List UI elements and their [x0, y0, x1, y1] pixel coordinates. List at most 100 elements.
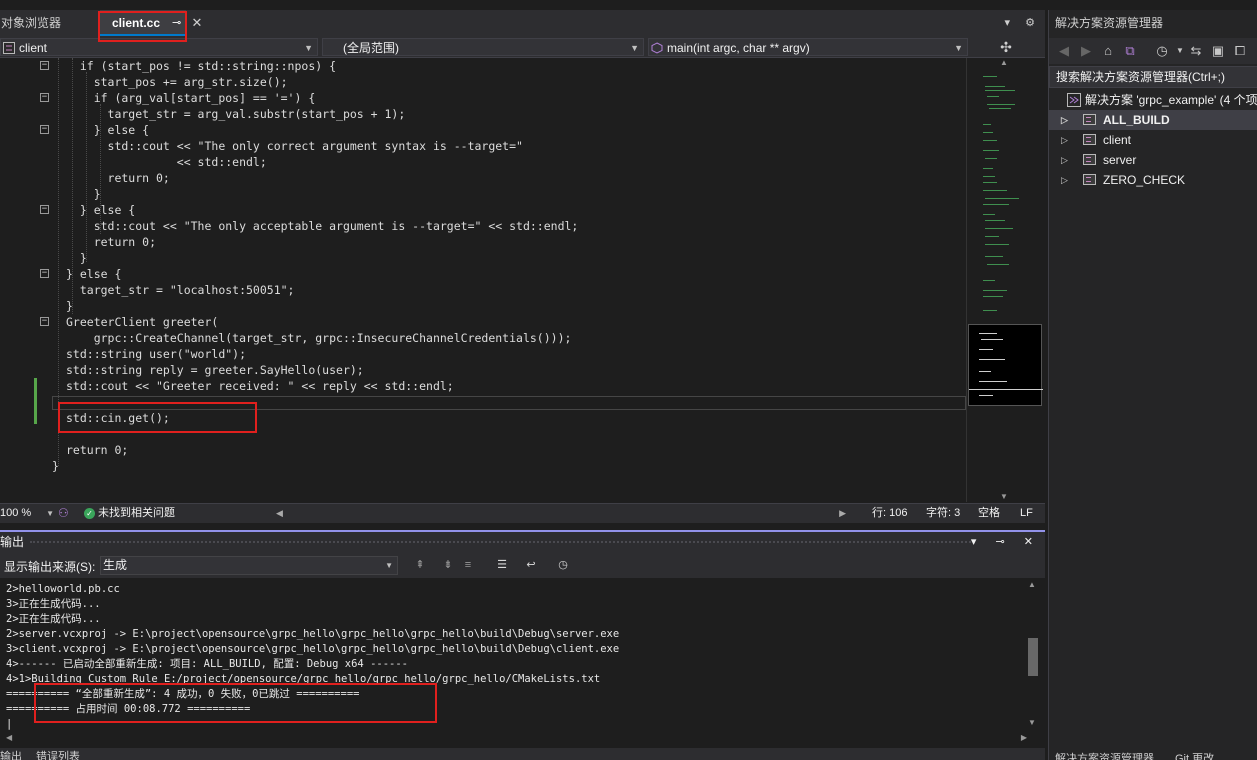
highlight-box-build-result — [34, 683, 437, 723]
scroll-left-arrow[interactable]: ◀ — [6, 733, 12, 742]
home-icon[interactable]: ⌂ — [1099, 42, 1117, 60]
code-line: target_str = "localhost:50051"; — [66, 283, 295, 297]
editor-horizontal-scrollbar[interactable]: ◀ ▶ — [276, 508, 846, 518]
project-item-label: ZERO_CHECK — [1103, 173, 1186, 187]
code-line: } else { — [66, 267, 122, 281]
expand-arrow-icon[interactable]: ▷ — [1061, 130, 1068, 150]
code-line: GreeterClient greeter( — [66, 315, 219, 329]
collapse-icon[interactable]: − — [40, 61, 49, 70]
show-all-files-icon[interactable]: ⧠ — [1231, 42, 1249, 60]
function-icon — [651, 41, 663, 54]
collapse-icon[interactable]: − — [40, 93, 49, 102]
collapse-icon[interactable]: − — [40, 205, 49, 214]
intellicode-icon[interactable]: ⚇ — [58, 504, 69, 523]
expand-arrow-icon[interactable]: ▷ — [1061, 110, 1068, 130]
project-icon — [1083, 174, 1096, 185]
member-dropdown[interactable]: main(int argc, char ** argv) ▼ — [648, 38, 968, 56]
project-icon — [1083, 114, 1096, 125]
zoom-dropdown[interactable]: 100 % ▼ — [0, 504, 56, 523]
code-line: std::cout << "Greeter received: " << rep… — [66, 379, 454, 393]
clear-all-icon[interactable]: ☰ — [494, 557, 510, 573]
output-horizontal-scrollbar[interactable]: ◀ ▶ — [6, 733, 1027, 746]
output-source-value: 生成 — [103, 558, 128, 572]
code-line: if (arg_val[start_pos] == '=') { — [66, 91, 316, 105]
tab-solution-explorer[interactable]: 解决方案资源管理器 — [1055, 748, 1154, 760]
go-to-next-message-icon[interactable]: ⇟ — [440, 557, 456, 573]
code-line: std::string reply = greeter.SayHello(use… — [66, 363, 364, 377]
clear-output-icon[interactable]: ≡ — [460, 557, 476, 573]
back-icon[interactable]: ◀ — [1055, 42, 1073, 60]
scroll-thumb[interactable] — [1028, 638, 1038, 676]
output-panel-header: 输出 ▾ ⊸ ✕ — [0, 532, 1045, 552]
panel-grip[interactable] — [30, 541, 975, 543]
panel-window-controls[interactable]: ▾ ⊸ ✕ — [971, 532, 1041, 552]
split-window-icon[interactable]: ✣ — [996, 36, 1016, 58]
scroll-down-arrow[interactable]: ▼ — [1028, 718, 1036, 727]
tab-git-changes[interactable]: Git 更改 — [1175, 748, 1214, 760]
code-line: std::cout << "The only correct argument … — [66, 139, 523, 153]
output-source-dropdown[interactable]: 生成 ▼ — [100, 556, 398, 575]
scroll-right-arrow[interactable]: ▶ — [839, 504, 846, 523]
solution-root[interactable]: 解决方案 'grpc_example' (4 个项目 — [1049, 90, 1257, 110]
close-icon[interactable]: ✕ — [190, 10, 204, 36]
go-to-previous-message-icon[interactable]: ⇞ — [412, 557, 428, 573]
code-line: std::string user("world"); — [66, 347, 247, 361]
collapse-icon[interactable]: − — [40, 125, 49, 134]
scroll-up-arrow[interactable]: ▲ — [1000, 58, 1010, 67]
word-wrap-icon[interactable]: ↩ — [523, 557, 539, 573]
code-line: if (start_pos != std::string::npos) { — [66, 59, 337, 73]
project-item-client[interactable]: ▷ client — [1049, 130, 1257, 150]
project-icon — [1083, 134, 1096, 145]
scope-dropdown[interactable]: (全局范围) ▼ — [322, 38, 644, 56]
code-line: start_pos += arg_str.size(); — [66, 75, 288, 89]
collapse-icon[interactable]: − — [40, 317, 49, 326]
sync-with-active-document-icon[interactable]: ⇆ — [1187, 42, 1205, 60]
code-line: grpc::CreateChannel(target_str, grpc::In… — [66, 331, 572, 345]
output-vertical-scrollbar[interactable]: ▲ ▼ — [1024, 578, 1042, 738]
code-line: } — [52, 459, 59, 473]
code-line: } — [66, 251, 87, 265]
collapse-all-icon[interactable]: ▣ — [1209, 42, 1227, 60]
collapse-icon[interactable]: − — [40, 269, 49, 278]
editor-status-bar: 100 % ▼ ⚇ ✓ 未找到相关问题 ◀ ▶ 行: 106 字符: 3 空格 … — [0, 503, 1045, 523]
project-dropdown-value: client — [19, 41, 48, 55]
code-line: } else { — [66, 203, 136, 217]
char-indicator[interactable]: 字符: 3 — [926, 504, 960, 523]
change-indicator — [34, 378, 37, 424]
project-item-zero-check[interactable]: ▷ ZERO_CHECK — [1049, 170, 1257, 190]
issues-status[interactable]: ✓ 未找到相关问题 — [84, 504, 175, 523]
scope-dropdown-value: (全局范围) — [343, 41, 399, 55]
output-line: 2>server.vcxproj -> E:\project\opensourc… — [6, 628, 620, 640]
tab-error-list[interactable]: 错误列表 — [36, 748, 80, 760]
whitespace-indicator[interactable]: 空格 — [978, 504, 1000, 523]
tab-output[interactable]: 输出 — [0, 748, 22, 760]
pending-changes-filter-icon[interactable]: ◷ — [1153, 42, 1171, 60]
scroll-right-arrow[interactable]: ▶ — [1021, 733, 1027, 742]
scroll-left-arrow[interactable]: ◀ — [276, 504, 283, 523]
code-line: << std::endl; — [66, 155, 267, 169]
project-item-all-build[interactable]: ▷ ALL_BUILD — [1049, 110, 1257, 130]
highlight-box-cin-get — [58, 402, 257, 433]
switch-views-icon[interactable]: ⧉ — [1121, 42, 1139, 60]
code-minimap[interactable] — [966, 58, 1043, 502]
scroll-up-arrow[interactable]: ▲ — [1028, 580, 1036, 589]
code-editor[interactable]: − − − − − − if (start_pos != std::string… — [0, 58, 1045, 502]
output-text-area[interactable]: 2>helloworld.pb.cc 3>正在生成代码... 2>正在生成代码.… — [0, 578, 1045, 748]
line-ending-indicator[interactable]: LF — [1020, 504, 1033, 523]
tab-overflow-controls[interactable]: ▾ ⚙ — [1005, 10, 1041, 36]
timestamp-icon[interactable]: ◷ — [555, 557, 571, 573]
output-line: 2>helloworld.pb.cc — [6, 583, 120, 595]
scroll-down-arrow[interactable]: ▼ — [1000, 492, 1010, 501]
member-dropdown-value: main(int argc, char ** argv) — [667, 41, 810, 55]
output-source-label: 显示输出来源(S): — [4, 560, 96, 574]
forward-icon[interactable]: ▶ — [1077, 42, 1095, 60]
project-item-server[interactable]: ▷ server — [1049, 150, 1257, 170]
tab-object-browser[interactable]: 对象浏览器 — [0, 10, 96, 36]
minimap-viewport[interactable] — [968, 324, 1043, 406]
expand-arrow-icon[interactable]: ▷ — [1061, 170, 1068, 190]
expand-arrow-icon[interactable]: ▷ — [1061, 150, 1068, 170]
output-toolbar: 显示输出来源(S): 生成 ▼ ⇞ ⇟ ≡ ☰ ↩ ◷ — [0, 552, 1045, 578]
code-line: } — [66, 187, 101, 201]
solution-search-input[interactable]: 搜索解决方案资源管理器(Ctrl+;) — [1049, 66, 1257, 88]
line-indicator[interactable]: 行: 106 — [872, 504, 907, 523]
